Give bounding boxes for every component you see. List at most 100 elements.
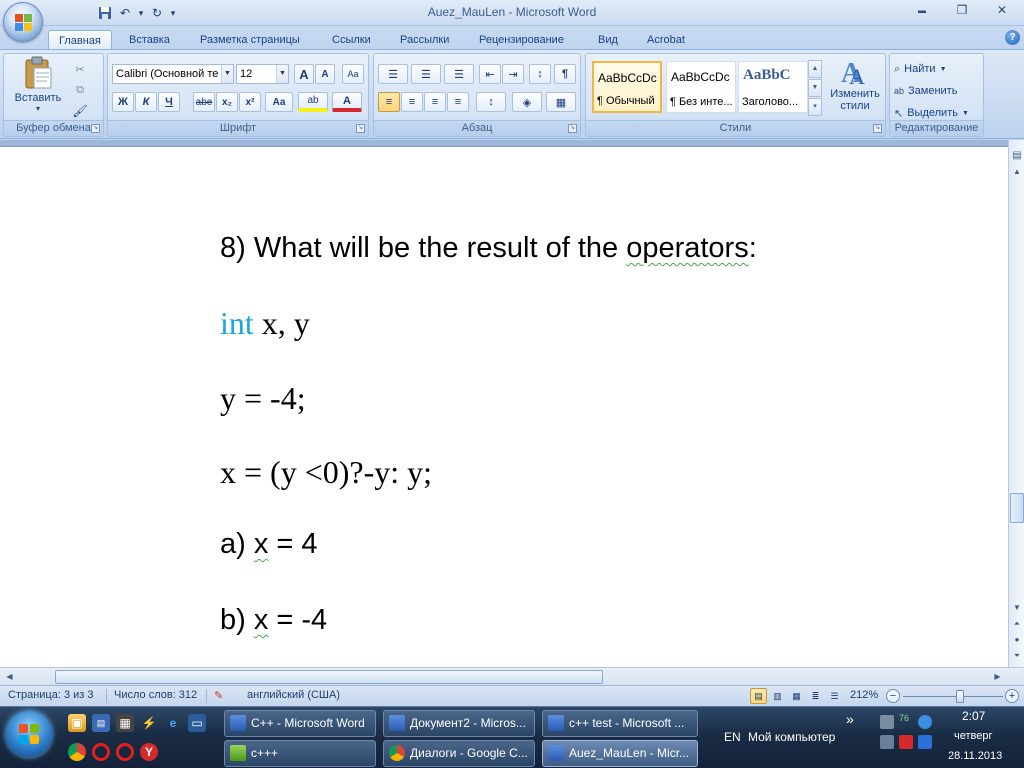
draft-view-icon[interactable]: ☰ [826, 688, 843, 704]
font-name-dropdown-icon[interactable]: ▼ [221, 65, 233, 83]
font-size-combo[interactable]: 12 ▼ [236, 64, 289, 84]
paragraph-launcher-icon[interactable]: ↘ [568, 124, 577, 133]
ruler-toggle-icon[interactable]: ▤ [1010, 148, 1024, 163]
task-cpp-test[interactable]: c++ test - Microsoft ... [542, 710, 698, 737]
shading-button[interactable]: ◈ [512, 92, 542, 112]
underline-button[interactable]: Ч [158, 92, 180, 112]
copy-icon[interactable]: ⧉ [69, 80, 91, 100]
highlight-color-button[interactable]: ab [298, 92, 328, 112]
style-normal[interactable]: AaBbCcDc ¶ Обычный [592, 61, 662, 113]
language-bar[interactable]: EN [724, 730, 741, 744]
scroll-right-icon[interactable]: ▶ [990, 669, 1005, 685]
styles-launcher-icon[interactable]: ↘ [873, 124, 882, 133]
zoom-level[interactable]: 212% [850, 689, 878, 701]
numbering-button[interactable]: ☰ [411, 64, 441, 84]
task-cpp-word[interactable]: C++ - Microsoft Word [224, 710, 376, 737]
font-color-button[interactable]: A [332, 92, 362, 112]
horizontal-scroll-thumb[interactable] [55, 670, 603, 684]
format-painter-icon[interactable]: 🖌 [69, 101, 91, 121]
borders-button[interactable]: ▦ [546, 92, 576, 112]
strikethrough-button[interactable]: abe [193, 92, 215, 112]
more-tasks-icon[interactable]: » [846, 711, 854, 727]
multilevel-list-button[interactable]: ☰ [444, 64, 474, 84]
tab-references[interactable]: Ссылки [322, 30, 381, 50]
office-button[interactable] [3, 2, 43, 42]
prev-page-icon[interactable]: ⏶ [1010, 616, 1024, 631]
language-indicator[interactable]: английский (США) [247, 689, 340, 701]
explorer-quicklaunch-icon[interactable]: ▣ [68, 714, 86, 732]
opera-quicklaunch-icon[interactable] [92, 743, 110, 761]
network-tray-icon[interactable] [880, 715, 894, 729]
styles-scroll-down-icon[interactable]: ▼ [808, 79, 822, 97]
align-right-button[interactable]: ≡ [424, 92, 446, 112]
bullets-button[interactable]: ☰ [378, 64, 408, 84]
tab-insert[interactable]: Вставка [119, 30, 180, 50]
task-cppp[interactable]: c+++ [224, 740, 376, 767]
font-size-dropdown-icon[interactable]: ▼ [276, 65, 288, 83]
my-computer-toolbar[interactable]: Мой компьютер [748, 730, 835, 744]
horizontal-scrollbar[interactable]: ◀ ▶ [0, 667, 1024, 685]
justify-button[interactable]: ≡ [447, 92, 469, 112]
superscript-button[interactable]: x² [239, 92, 261, 112]
zoom-slider-track[interactable] [903, 696, 1003, 697]
bold-button[interactable]: Ж [112, 92, 134, 112]
outline-view-icon[interactable]: ≣ [807, 688, 824, 704]
replace-button[interactable]: ab Заменить [894, 82, 957, 100]
document-page[interactable] [0, 140, 1008, 667]
next-page-icon[interactable]: ⏷ [1010, 648, 1024, 663]
increase-indent-button[interactable]: ⇥ [502, 64, 524, 84]
zoom-in-button[interactable]: + [1005, 689, 1019, 703]
print-layout-view-icon[interactable]: ▤ [750, 688, 767, 704]
task-chrome-dialogs[interactable]: Диалоги - Google C... [383, 740, 535, 767]
zoom-out-button[interactable]: − [886, 689, 900, 703]
clear-formatting-icon[interactable]: Aa [342, 64, 364, 84]
styles-more-icon[interactable]: ▾ [808, 98, 822, 116]
scroll-left-icon[interactable]: ◀ [2, 669, 17, 685]
minimize-button[interactable]: ▬ [902, 0, 942, 20]
vertical-scroll-thumb[interactable] [1010, 493, 1024, 523]
scroll-up-icon[interactable]: ▲ [1010, 164, 1024, 179]
line-spacing-button[interactable]: ↕ [476, 92, 506, 112]
page-count[interactable]: Страница: 3 из 3 [8, 689, 94, 701]
align-left-button[interactable]: ≡ [378, 92, 400, 112]
file-quicklaunch-icon[interactable]: ▤ [92, 714, 110, 732]
clock-time[interactable]: 2:07 [962, 709, 985, 723]
align-center-button[interactable]: ≡ [401, 92, 423, 112]
zoom-slider-thumb[interactable] [956, 690, 964, 703]
change-styles-button[interactable]: A A Изменить стили [826, 56, 884, 118]
close-button[interactable]: ✕ [982, 0, 1022, 20]
proofing-icon[interactable]: ✎ [214, 689, 223, 702]
task-auez-maulen[interactable]: Auez_MauLen - Micr... [542, 740, 698, 767]
full-screen-view-icon[interactable]: ▥ [769, 688, 786, 704]
tab-review[interactable]: Рецензирование [469, 30, 574, 50]
shrink-font-icon[interactable]: A [315, 64, 335, 84]
ie-quicklaunch-icon[interactable]: e [164, 714, 182, 732]
show-formatting-button[interactable]: ¶ [554, 64, 576, 84]
tab-mailings[interactable]: Рассылки [390, 30, 459, 50]
opera-quicklaunch-icon-2[interactable] [116, 743, 134, 761]
scroll-down-icon[interactable]: ▼ [1010, 600, 1024, 615]
tab-acrobat[interactable]: Acrobat [637, 30, 695, 50]
flash-quicklaunch-icon[interactable]: ⚡ [140, 714, 158, 732]
device-tray-icon[interactable] [880, 735, 894, 749]
clock-day[interactable]: четверг [954, 730, 993, 742]
font-name-combo[interactable]: Calibri (Основной те ▼ [112, 64, 234, 84]
task-document2[interactable]: Документ2 - Micros... [383, 710, 535, 737]
start-button[interactable] [6, 711, 52, 757]
tab-home[interactable]: Главная [48, 30, 112, 50]
vertical-scrollbar[interactable]: ▤ ▲ ▼ ⏶ ● ⏷ [1008, 140, 1024, 667]
yandex-quicklaunch-icon[interactable]: Y [140, 743, 158, 761]
find-button[interactable]: ⌕ Найти ▼ [894, 60, 947, 78]
bluetooth-tray-icon[interactable] [918, 735, 932, 749]
cut-icon[interactable]: ✂ [69, 59, 91, 79]
media-quicklaunch-icon[interactable]: ▦ [116, 714, 134, 732]
desktop-quicklaunch-icon[interactable]: ▭ [188, 714, 206, 732]
paste-button[interactable]: Вставить ▾ [12, 56, 64, 116]
clock-date[interactable]: 28.11.2013 [948, 750, 1002, 762]
paste-dropdown-icon[interactable]: ▾ [36, 104, 40, 113]
decrease-indent-button[interactable]: ⇤ [479, 64, 501, 84]
italic-button[interactable]: К [135, 92, 157, 112]
help-icon[interactable]: ? [1005, 30, 1020, 45]
style-no-spacing[interactable]: AaBbCcDc ¶ Без инте... [666, 61, 736, 113]
chrome-quicklaunch-icon[interactable] [68, 743, 86, 761]
